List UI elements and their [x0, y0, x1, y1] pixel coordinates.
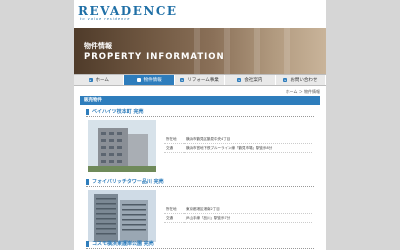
detail-row: 交通 JR山手線「品川」駅徒歩7分 — [164, 213, 312, 223]
detail-label: 交通 — [164, 213, 184, 223]
hero-column-decoration — [254, 28, 260, 74]
detail-label: 所在地 — [164, 205, 184, 214]
property-name: ベイハイツ枝本町 完売 — [92, 108, 144, 115]
property-title[interactable]: フォイバリッチタワー品川 完売 — [86, 178, 314, 187]
title-marker-icon — [86, 109, 89, 115]
detail-row: 所在地 横浜市鶴見区鶴見中央4丁目 — [164, 135, 312, 144]
nav-item-label: お問い合わせ — [290, 78, 318, 83]
nav-item-company[interactable]: ▸ 会社案内 — [225, 75, 276, 85]
main-nav: ▸ ホーム ▸ 物件情報 ▸ リフォーム事業 ▸ 会社案内 ▸ お問い合わせ — [74, 74, 326, 86]
section-title: 販売物件 — [80, 96, 320, 105]
arrow-icon: ▸ — [136, 78, 141, 82]
detail-value: 横浜市営地下鉄ブルーライン線「鶴見市場」駅徒歩8分 — [184, 143, 312, 153]
hero-title-jp: 物件情報 — [84, 42, 112, 50]
hero-banner: 物件情報 PROPERTY INFORMATION — [74, 28, 326, 74]
property-title[interactable]: ベイハイツ枝本町 完売 — [86, 108, 314, 117]
hero-column-decoration — [284, 28, 290, 74]
title-marker-icon — [86, 179, 89, 185]
nav-item-contact[interactable]: ▸ お問い合わせ — [276, 75, 326, 85]
nav-item-properties[interactable]: ▸ 物件情報 — [124, 75, 175, 85]
site-tagline: to value residence — [80, 17, 131, 21]
arrow-icon: ▸ — [88, 78, 93, 82]
nav-item-reform[interactable]: ▸ リフォーム事業 — [175, 75, 226, 85]
arrow-icon: ▸ — [283, 78, 288, 82]
nav-item-home[interactable]: ▸ ホーム — [74, 75, 125, 85]
property-name: コスモ横浜東護岸公園 完売 — [92, 240, 154, 247]
detail-label: 交通 — [164, 143, 184, 153]
nav-item-label: 会社案内 — [244, 78, 263, 83]
property-name: フォイバリッチタワー品川 完売 — [92, 178, 164, 185]
hero-column-decoration — [224, 28, 230, 74]
property-body: 所在地 東京都港区港南2丁目 交通 JR山手線「品川」駅徒歩7分 — [86, 187, 314, 245]
detail-value: 横浜市鶴見区鶴見中央4丁目 — [184, 135, 312, 144]
detail-value: 東京都港区港南2丁目 — [184, 205, 312, 214]
arrow-icon: ▸ — [237, 78, 242, 82]
property-title[interactable]: コスモ横浜東護岸公園 完売 — [86, 240, 314, 249]
site-logo[interactable]: REVADENCE — [78, 4, 178, 18]
property-card: ベイハイツ枝本町 完売 所在地 横浜市鶴見区鶴見中央4丁目 交通 横浜市営地下鉄… — [86, 108, 314, 175]
hero-column-decoration — [194, 28, 200, 74]
property-card: フォイバリッチタワー品川 完売 所在地 東京都港区港南2丁目 交通 JR山手線「… — [86, 178, 314, 245]
breadcrumb[interactable]: ホーム ＞ 物件情報 — [286, 89, 320, 95]
detail-row: 交通 横浜市営地下鉄ブルーライン線「鶴見市場」駅徒歩8分 — [164, 143, 312, 153]
property-photo[interactable] — [88, 190, 156, 242]
nav-item-label: 物件情報 — [143, 78, 162, 83]
property-details: 所在地 東京都港区港南2丁目 交通 JR山手線「品川」駅徒歩7分 — [164, 205, 312, 223]
nav-item-label: リフォーム事業 — [187, 78, 219, 83]
arrow-icon: ▸ — [180, 78, 185, 82]
detail-value: JR山手線「品川」駅徒歩7分 — [184, 213, 312, 223]
property-details: 所在地 横浜市鶴見区鶴見中央4丁目 交通 横浜市営地下鉄ブルーライン線「鶴見市場… — [164, 135, 312, 153]
detail-label: 所在地 — [164, 135, 184, 144]
property-photo[interactable] — [88, 120, 156, 172]
hero-title-en: PROPERTY INFORMATION — [84, 52, 225, 62]
page-container: REVADENCE to value residence 物件情報 PROPER… — [74, 0, 326, 250]
title-marker-icon — [86, 241, 89, 247]
property-body: 所在地 横浜市鶴見区鶴見中央4丁目 交通 横浜市営地下鉄ブルーライン線「鶴見市場… — [86, 117, 314, 175]
property-card: コスモ横浜東護岸公園 完売 — [86, 240, 314, 249]
detail-row: 所在地 東京都港区港南2丁目 — [164, 205, 312, 214]
nav-item-label: ホーム — [95, 78, 109, 83]
